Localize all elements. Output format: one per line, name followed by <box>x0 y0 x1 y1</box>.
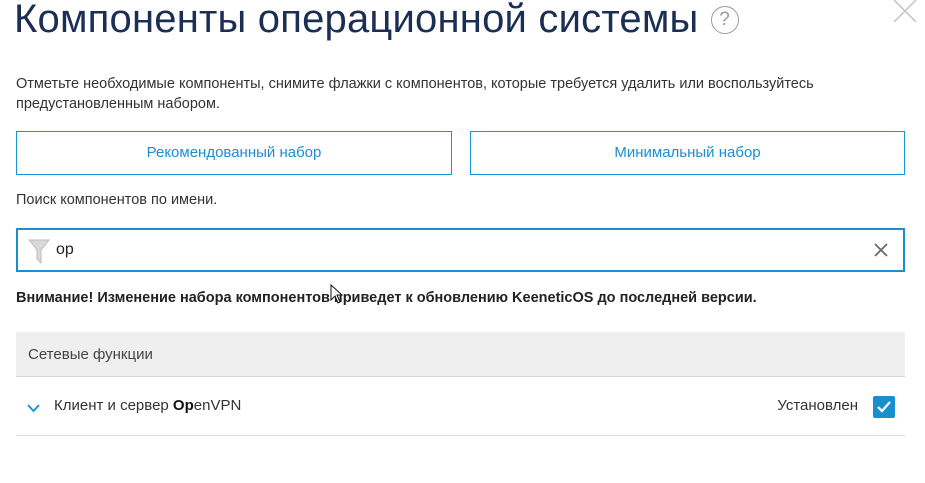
search-label: Поиск компонентов по имени. <box>16 192 218 208</box>
dialog-title: Компоненты операционной системы <box>14 0 699 41</box>
search-input[interactable] <box>56 236 856 264</box>
component-name-match: Op <box>172 397 194 414</box>
minimal-set-button[interactable]: Минимальный набор <box>470 131 905 175</box>
component-name-prefix: Клиент и сервер <box>54 397 173 414</box>
title-row: Компоненты операционной системы ? <box>14 0 739 44</box>
component-name-suffix: enVPN <box>193 397 242 414</box>
mouse-cursor-icon <box>330 283 344 304</box>
recommended-set-button[interactable]: Рекомендованный набор <box>16 131 452 175</box>
intro-text: Отметьте необходимые компоненты, снимите… <box>16 76 814 112</box>
filter-icon <box>27 237 51 265</box>
component-status: Установлен <box>777 397 858 414</box>
clear-icon[interactable] <box>873 242 889 258</box>
component-row-openvpn: Клиент и сервер OpenVPN Установлен <box>16 378 905 436</box>
component-name: Клиент и сервер OpenVPN <box>54 397 241 414</box>
chevron-down-icon[interactable] <box>27 400 40 413</box>
update-warning: Внимание! Изменение набора компонентов п… <box>16 290 757 306</box>
group-header-network-functions: Сетевые функции <box>16 332 905 377</box>
component-checkbox[interactable] <box>873 396 895 418</box>
checkmark-icon <box>877 401 891 413</box>
components-dialog: Компоненты операционной системы ? Отметь… <box>0 0 925 483</box>
search-box[interactable] <box>16 228 905 272</box>
help-icon[interactable]: ? <box>710 6 739 34</box>
close-icon[interactable] <box>892 0 918 23</box>
